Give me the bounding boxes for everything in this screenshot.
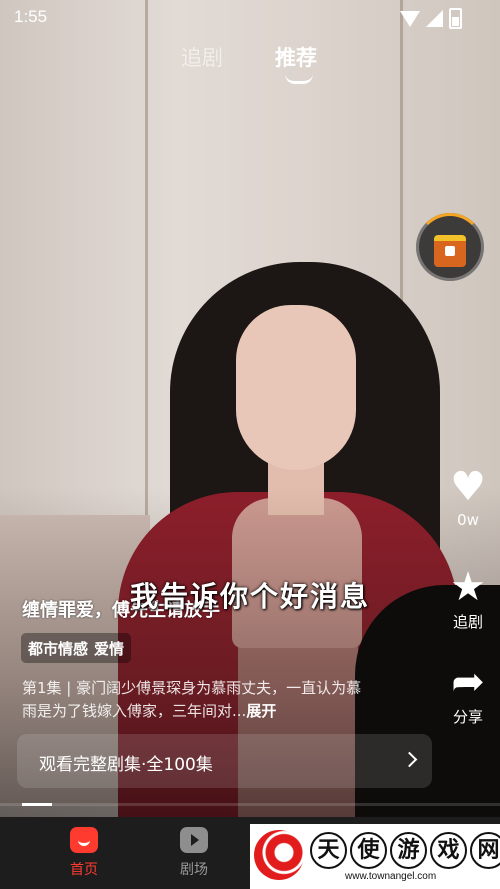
battery-icon xyxy=(449,8,462,29)
expand-link[interactable]: 展开 xyxy=(246,702,276,720)
tab-active-indicator xyxy=(285,74,313,84)
share-button[interactable]: ➦ 分享 xyxy=(436,660,500,727)
status-icons xyxy=(400,8,462,29)
like-button[interactable]: ♥ 0w xyxy=(436,465,500,529)
wifi-icon xyxy=(400,10,420,27)
top-tabs: 追剧 推荐 xyxy=(0,38,500,88)
watermark-char: 游 xyxy=(390,832,427,869)
video-subtitle: 我告诉你个好消息 xyxy=(129,580,370,613)
treasure-chest-icon xyxy=(434,235,466,267)
watermark-char: 网 xyxy=(470,832,500,869)
share-icon: ➦ xyxy=(451,659,485,705)
watermark-logo xyxy=(254,830,304,880)
tag: 都市情感 xyxy=(28,639,89,658)
video-person-face xyxy=(236,305,356,470)
heart-icon: ♥ xyxy=(450,464,486,510)
reward-chest-button[interactable] xyxy=(416,213,484,281)
signal-icon xyxy=(426,10,443,27)
video-progress-fill xyxy=(22,803,52,806)
play-icon xyxy=(180,827,208,853)
home-icon xyxy=(70,827,98,853)
share-label: 分享 xyxy=(452,708,483,726)
video-progress-bar[interactable] xyxy=(0,803,500,806)
nav-home-label: 首页 xyxy=(70,862,98,878)
watch-full-label: 观看完整剧集·全100集 xyxy=(39,755,213,775)
tab-follow[interactable]: 追剧 xyxy=(181,42,223,72)
description-text: 第1集 | 豪门阔少傅景琛身为慕雨丈夫，一直认为慕雨是为了钱嫁入傅家，三年间对.… xyxy=(22,679,362,720)
tag: 爱情 xyxy=(94,639,125,658)
tab-recommend[interactable]: 推荐 xyxy=(275,42,317,72)
status-time: 1:55 xyxy=(14,7,48,26)
watch-full-series-button[interactable]: 观看完整剧集·全100集 xyxy=(17,734,432,788)
nav-theater-label: 剧场 xyxy=(180,862,208,878)
like-count: 0w xyxy=(457,511,479,529)
site-watermark: 天 使 游 戏 网 www.townangel.com xyxy=(250,824,500,889)
nav-theater[interactable]: 剧场 xyxy=(164,827,224,879)
watermark-char: 戏 xyxy=(430,832,467,869)
drama-tags[interactable]: 都市情感 爱情 xyxy=(21,633,132,663)
nav-home[interactable]: 首页 xyxy=(54,827,114,879)
watermark-text: 天 使 游 戏 网 xyxy=(310,832,500,869)
status-bar: 1:55 xyxy=(0,0,500,34)
watermark-char: 使 xyxy=(350,832,387,869)
watermark-url: www.townangel.com xyxy=(345,871,437,882)
drama-description[interactable]: 第1集 | 豪门阔少傅景琛身为慕雨丈夫，一直认为慕雨是为了钱嫁入傅家，三年间对.… xyxy=(22,677,362,723)
chevron-right-icon xyxy=(401,751,418,768)
watermark-char: 天 xyxy=(310,832,347,869)
